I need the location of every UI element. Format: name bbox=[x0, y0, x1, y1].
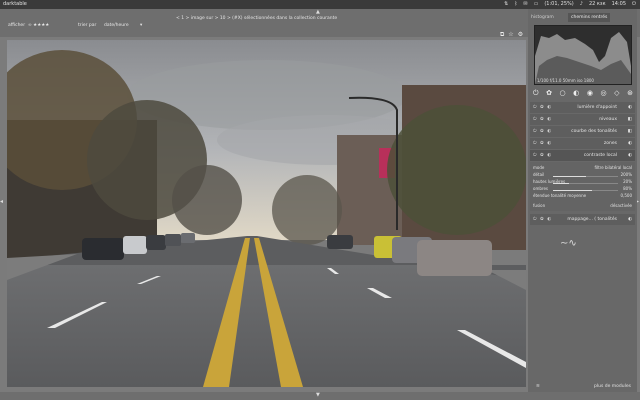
effect-group-icon[interactable]: ◇ bbox=[614, 89, 619, 98]
collapse-bottom-icon[interactable]: ▼ bbox=[316, 392, 320, 398]
param-detail-slider[interactable]: détail 200% bbox=[533, 171, 632, 178]
param-label: détail bbox=[533, 172, 545, 177]
module-levels[interactable]: ⏻ ✿ ◐ niveaux ◧ bbox=[530, 114, 635, 125]
filter-label: afficher bbox=[8, 23, 26, 28]
basic-group-icon[interactable]: ○ bbox=[560, 89, 566, 98]
left-panel-toggle-icon[interactable]: ◂ bbox=[0, 198, 3, 205]
param-blend[interactable]: fusion désactivée bbox=[533, 202, 632, 209]
sort-order-icon[interactable]: ▾ bbox=[140, 23, 142, 28]
module-group-bar: ⏻ ✿ ○ ◐ ◉ ◎ ◇ ⊛ bbox=[533, 89, 633, 98]
panel-tabs: histogram chemins rentrés bbox=[528, 13, 637, 22]
volume-icon[interactable]: ♪ bbox=[580, 0, 583, 9]
module-label: zones bbox=[603, 141, 617, 146]
histogram[interactable]: 1/100 f/11.0 50mm iso 1800 bbox=[534, 25, 632, 85]
gear-icon[interactable]: ⚙ bbox=[518, 31, 523, 39]
header-icons: ⧉ ☆ ⚙ bbox=[500, 31, 523, 39]
tone-group-icon[interactable]: ◐ bbox=[573, 89, 579, 98]
bluetooth-icon[interactable]: ᛒ bbox=[514, 0, 517, 9]
module-toggle-icons[interactable]: ⏻ ✿ ◐ bbox=[533, 214, 552, 225]
collapse-top-icon[interactable]: ▲ bbox=[316, 9, 320, 15]
photo-canvas[interactable] bbox=[7, 40, 526, 387]
correct-group-icon[interactable]: ◎ bbox=[600, 89, 606, 98]
param-value[interactable]: désactivée bbox=[610, 202, 632, 209]
right-panel: histogram chemins rentrés 1/100 f/11.0 5… bbox=[528, 9, 637, 400]
histogram-graph bbox=[535, 32, 631, 84]
module-state-icon[interactable]: ◧ bbox=[628, 114, 632, 125]
param-label: ombres bbox=[533, 186, 548, 191]
mail-icon[interactable]: ✉ bbox=[523, 0, 527, 9]
display-icon[interactable]: ⧉ bbox=[500, 31, 504, 39]
module-state-icon[interactable]: ◐ bbox=[628, 150, 632, 161]
param-label: fusion bbox=[533, 203, 546, 208]
param-midtone-slider[interactable]: étendue tonalité moyenne 0,500 bbox=[533, 192, 632, 199]
module-state-icon[interactable]: ◐ bbox=[628, 102, 632, 113]
street-photo bbox=[7, 40, 526, 387]
param-value: 80% bbox=[623, 186, 632, 191]
param-highlights-slider[interactable]: hautes lumières 20% bbox=[533, 178, 632, 185]
module-label: mappage... ( tonalités bbox=[567, 217, 617, 222]
module-toggle-icons[interactable]: ⏻ ✿ ◐ bbox=[533, 138, 552, 149]
slider-fill bbox=[553, 183, 570, 184]
battery-status[interactable]: (1:01, 25%) bbox=[544, 0, 573, 9]
clock[interactable]: 14:05 bbox=[612, 0, 626, 9]
module-label: contraste local bbox=[583, 153, 617, 158]
module-fill-light[interactable]: ⏻ ✿ ◐ lumière d'appoint ◐ bbox=[530, 102, 635, 113]
more-modules-button[interactable]: plus de modules bbox=[594, 382, 631, 392]
presets-icon[interactable]: ≋ bbox=[536, 382, 540, 392]
exif-info: 1/100 f/11.0 50mm iso 1800 bbox=[537, 78, 594, 83]
power-icon[interactable]: ⏻ bbox=[632, 0, 636, 9]
favorite-group-icon[interactable]: ✿ bbox=[546, 89, 552, 98]
param-mode[interactable]: mode filtre bilatéral local bbox=[533, 164, 632, 171]
power-group-icon[interactable]: ⏻ bbox=[533, 89, 539, 98]
image-info: < 1 > image sur > 10 > (#X) sélectionnée… bbox=[176, 16, 338, 21]
param-value[interactable]: filtre bilatéral local bbox=[594, 164, 632, 171]
module-toggle-icons[interactable]: ⏻ ✿ ◐ bbox=[533, 150, 552, 161]
module-tone-curve[interactable]: ⏻ ✿ ◐ courbe des tonalités ◧ bbox=[530, 126, 635, 137]
module-toggle-icons[interactable]: ⏻ ✿ ◐ bbox=[533, 114, 552, 125]
module-state-icon[interactable]: ◐ bbox=[628, 138, 632, 149]
param-label: étendue tonalité moyenne bbox=[533, 193, 587, 198]
slider-track[interactable] bbox=[553, 190, 618, 191]
system-bar: darktable ⇅ ᛒ ✉ ▭ (1:01, 25%) ♪ 22 кзк 1… bbox=[0, 0, 640, 9]
module-zones[interactable]: ⏻ ✿ ◐ zones ◐ bbox=[530, 138, 635, 149]
network-icon[interactable]: ⇅ bbox=[504, 0, 508, 9]
sort-dropdown[interactable]: date/heure bbox=[104, 23, 129, 28]
param-label: mode bbox=[533, 165, 545, 170]
module-toggle-icons[interactable]: ⏻ ✿ ◐ bbox=[533, 126, 552, 137]
color-group-icon[interactable]: ◉ bbox=[587, 89, 593, 98]
star-icon[interactable]: ☆ bbox=[508, 31, 513, 39]
module-toggle-icons[interactable]: ⏻ ✿ ◐ bbox=[533, 102, 552, 113]
tab-snapshots[interactable]: chemins rentrés bbox=[568, 13, 611, 22]
bottom-bar: ▼ bbox=[0, 392, 640, 400]
tab-histogram[interactable]: histogram bbox=[528, 13, 557, 22]
sort-label: trier par bbox=[78, 23, 97, 28]
module-tone-mapping[interactable]: ⏻ ✿ ◐ mappage... ( tonalités ◐ bbox=[530, 214, 635, 225]
module-label: courbe des tonalités bbox=[571, 129, 617, 134]
slider-fill bbox=[553, 176, 586, 177]
module-state-icon[interactable]: ◧ bbox=[628, 126, 632, 137]
local-contrast-params: mode filtre bilatéral local détail 200% … bbox=[530, 162, 635, 211]
slider-track[interactable] bbox=[553, 176, 618, 177]
param-value: 20% bbox=[623, 179, 632, 184]
slider-fill bbox=[553, 190, 592, 191]
param-value: 0,500 bbox=[620, 193, 632, 198]
app-name: darktable bbox=[3, 1, 27, 7]
keyboard-layout[interactable]: 22 кзк bbox=[589, 0, 606, 9]
module-state-icon[interactable]: ◐ bbox=[628, 214, 632, 225]
module-label: niveaux bbox=[599, 117, 617, 122]
bottom-tools: ≋ plus de modules bbox=[528, 382, 637, 392]
search-group-icon[interactable]: ⊛ bbox=[627, 89, 633, 98]
battery-icon[interactable]: ▭ bbox=[534, 0, 539, 9]
param-shadows-slider[interactable]: ombres 80% bbox=[533, 185, 632, 192]
module-list: ⏻ ✿ ◐ lumière d'appoint ◐ ⏻ ✿ ◐ niveaux … bbox=[528, 101, 637, 226]
param-value: 200% bbox=[620, 172, 632, 177]
signature-curve-icon: ∼∿ bbox=[560, 238, 577, 249]
filter-dropdown[interactable]: ∞ ★★★★ bbox=[28, 23, 49, 28]
module-local-contrast[interactable]: ⏻ ✿ ◐ contraste local ◐ bbox=[530, 150, 635, 161]
slider-track[interactable] bbox=[553, 183, 618, 184]
module-label: lumière d'appoint bbox=[577, 105, 617, 110]
system-tray: ⇅ ᛒ ✉ ▭ (1:01, 25%) ♪ 22 кзк 14:05 ⏻ bbox=[504, 0, 636, 9]
